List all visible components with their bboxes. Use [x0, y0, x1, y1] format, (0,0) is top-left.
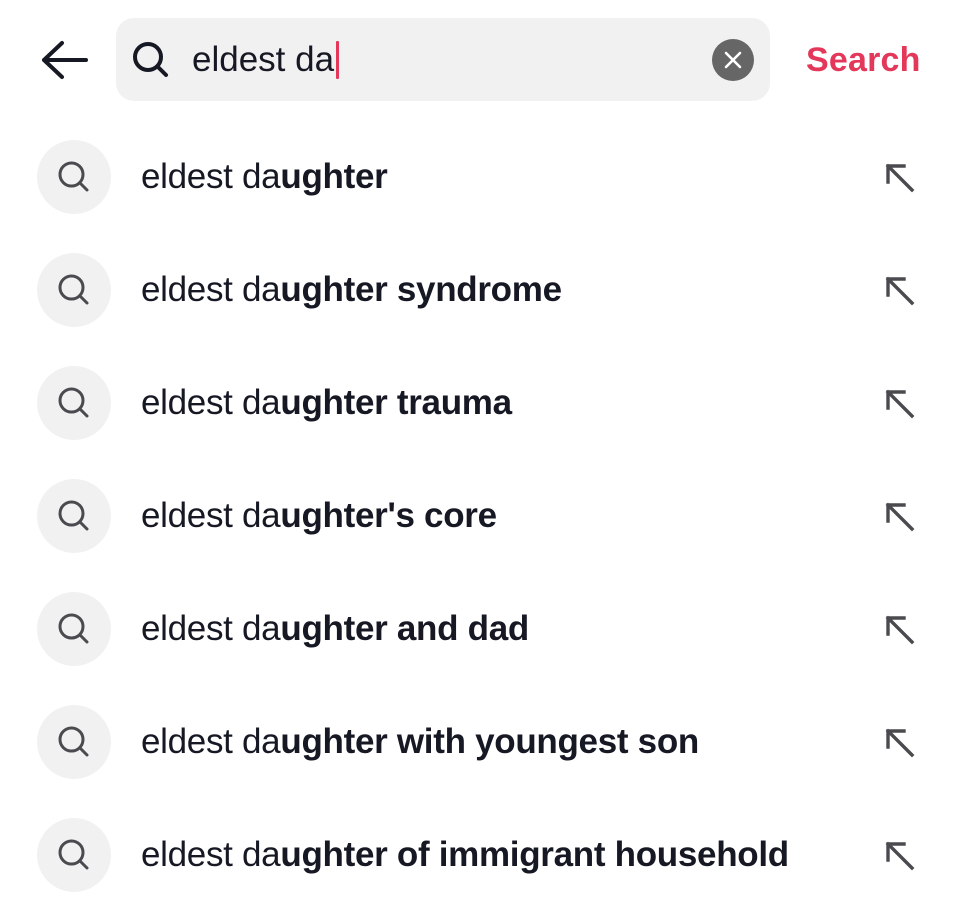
close-icon	[724, 51, 742, 69]
arrow-up-left-icon	[885, 615, 915, 645]
suggestion-item[interactable]: eldest daughter of immigrant household	[0, 798, 960, 911]
suggestion-text: eldest daughter of immigrant household	[141, 828, 789, 882]
arrow-up-left-icon	[885, 502, 915, 532]
text-cursor	[336, 41, 340, 79]
search-input[interactable]: eldest da	[192, 32, 340, 88]
suggestion-text: eldest daughter trauma	[141, 376, 512, 430]
suggestion-completion-part: ughter of immigrant household	[280, 835, 789, 874]
search-header: eldest da Search	[0, 0, 960, 120]
suggestion-typed-part: eldest da	[141, 270, 281, 309]
suggestion-item[interactable]: eldest daughter syndrome	[0, 233, 960, 346]
arrow-left-icon	[42, 41, 88, 79]
suggestion-icon-circle	[37, 140, 111, 214]
search-icon	[58, 613, 89, 644]
arrow-up-left-icon	[885, 841, 915, 871]
suggestion-completion-part: ughter's core	[280, 496, 497, 535]
suggestion-typed-part: eldest da	[141, 496, 281, 535]
arrow-up-left-icon	[885, 728, 915, 758]
search-box[interactable]: eldest da	[116, 18, 770, 101]
suggestion-typed-part: eldest da	[141, 157, 281, 196]
suggestion-text: eldest daughter and dad	[141, 602, 529, 656]
suggestion-completion-part: ughter	[280, 157, 388, 196]
suggestion-completion-part: ughter with youngest son	[280, 722, 699, 761]
fill-suggestion-button[interactable]	[876, 382, 924, 426]
suggestion-completion-part: ughter trauma	[280, 383, 512, 422]
suggestion-completion-part: ughter and dad	[280, 609, 529, 648]
suggestion-icon-circle	[37, 705, 111, 779]
arrow-up-left-icon	[885, 276, 915, 306]
search-icon	[58, 387, 89, 418]
suggestion-typed-part: eldest da	[141, 383, 281, 422]
fill-suggestion-button[interactable]	[876, 834, 924, 878]
suggestion-item[interactable]: eldest daughter trauma	[0, 346, 960, 459]
suggestion-typed-part: eldest da	[141, 722, 281, 761]
suggestion-item[interactable]: eldest daughter and dad	[0, 572, 960, 685]
suggestion-text: eldest daughter syndrome	[141, 263, 562, 317]
fill-suggestion-button[interactable]	[876, 269, 924, 313]
suggestion-icon-circle	[37, 818, 111, 892]
search-icon	[58, 839, 89, 870]
fill-suggestion-button[interactable]	[876, 721, 924, 765]
fill-suggestion-button[interactable]	[876, 495, 924, 539]
search-icon	[133, 42, 168, 77]
suggestion-text: eldest daughter's core	[141, 489, 497, 543]
search-icon	[58, 500, 89, 531]
suggestion-item[interactable]: eldest daughter with youngest son	[0, 685, 960, 798]
suggestion-typed-part: eldest da	[141, 835, 281, 874]
suggestion-list: eldest daughter eldest daughter syndrome	[0, 120, 960, 911]
suggestion-completion-part: ughter syndrome	[280, 270, 562, 309]
suggestion-typed-part: eldest da	[141, 609, 281, 648]
search-icon	[58, 726, 89, 757]
suggestion-item[interactable]: eldest daughter	[0, 120, 960, 233]
suggestion-icon-circle	[37, 592, 111, 666]
back-button[interactable]	[36, 36, 92, 84]
suggestion-icon-circle	[37, 479, 111, 553]
fill-suggestion-button[interactable]	[876, 156, 924, 200]
suggestion-text: eldest daughter	[141, 150, 388, 204]
clear-search-button[interactable]	[712, 39, 754, 81]
suggestion-item[interactable]: eldest daughter's core	[0, 459, 960, 572]
search-icon	[58, 274, 89, 305]
fill-suggestion-button[interactable]	[876, 608, 924, 652]
suggestion-icon-circle	[37, 253, 111, 327]
arrow-up-left-icon	[885, 163, 915, 193]
search-button[interactable]: Search	[806, 36, 921, 84]
arrow-up-left-icon	[885, 389, 915, 419]
suggestion-text: eldest daughter with youngest son	[141, 715, 699, 769]
suggestion-icon-circle	[37, 366, 111, 440]
search-icon	[58, 161, 89, 192]
search-input-value: eldest da	[192, 40, 335, 79]
